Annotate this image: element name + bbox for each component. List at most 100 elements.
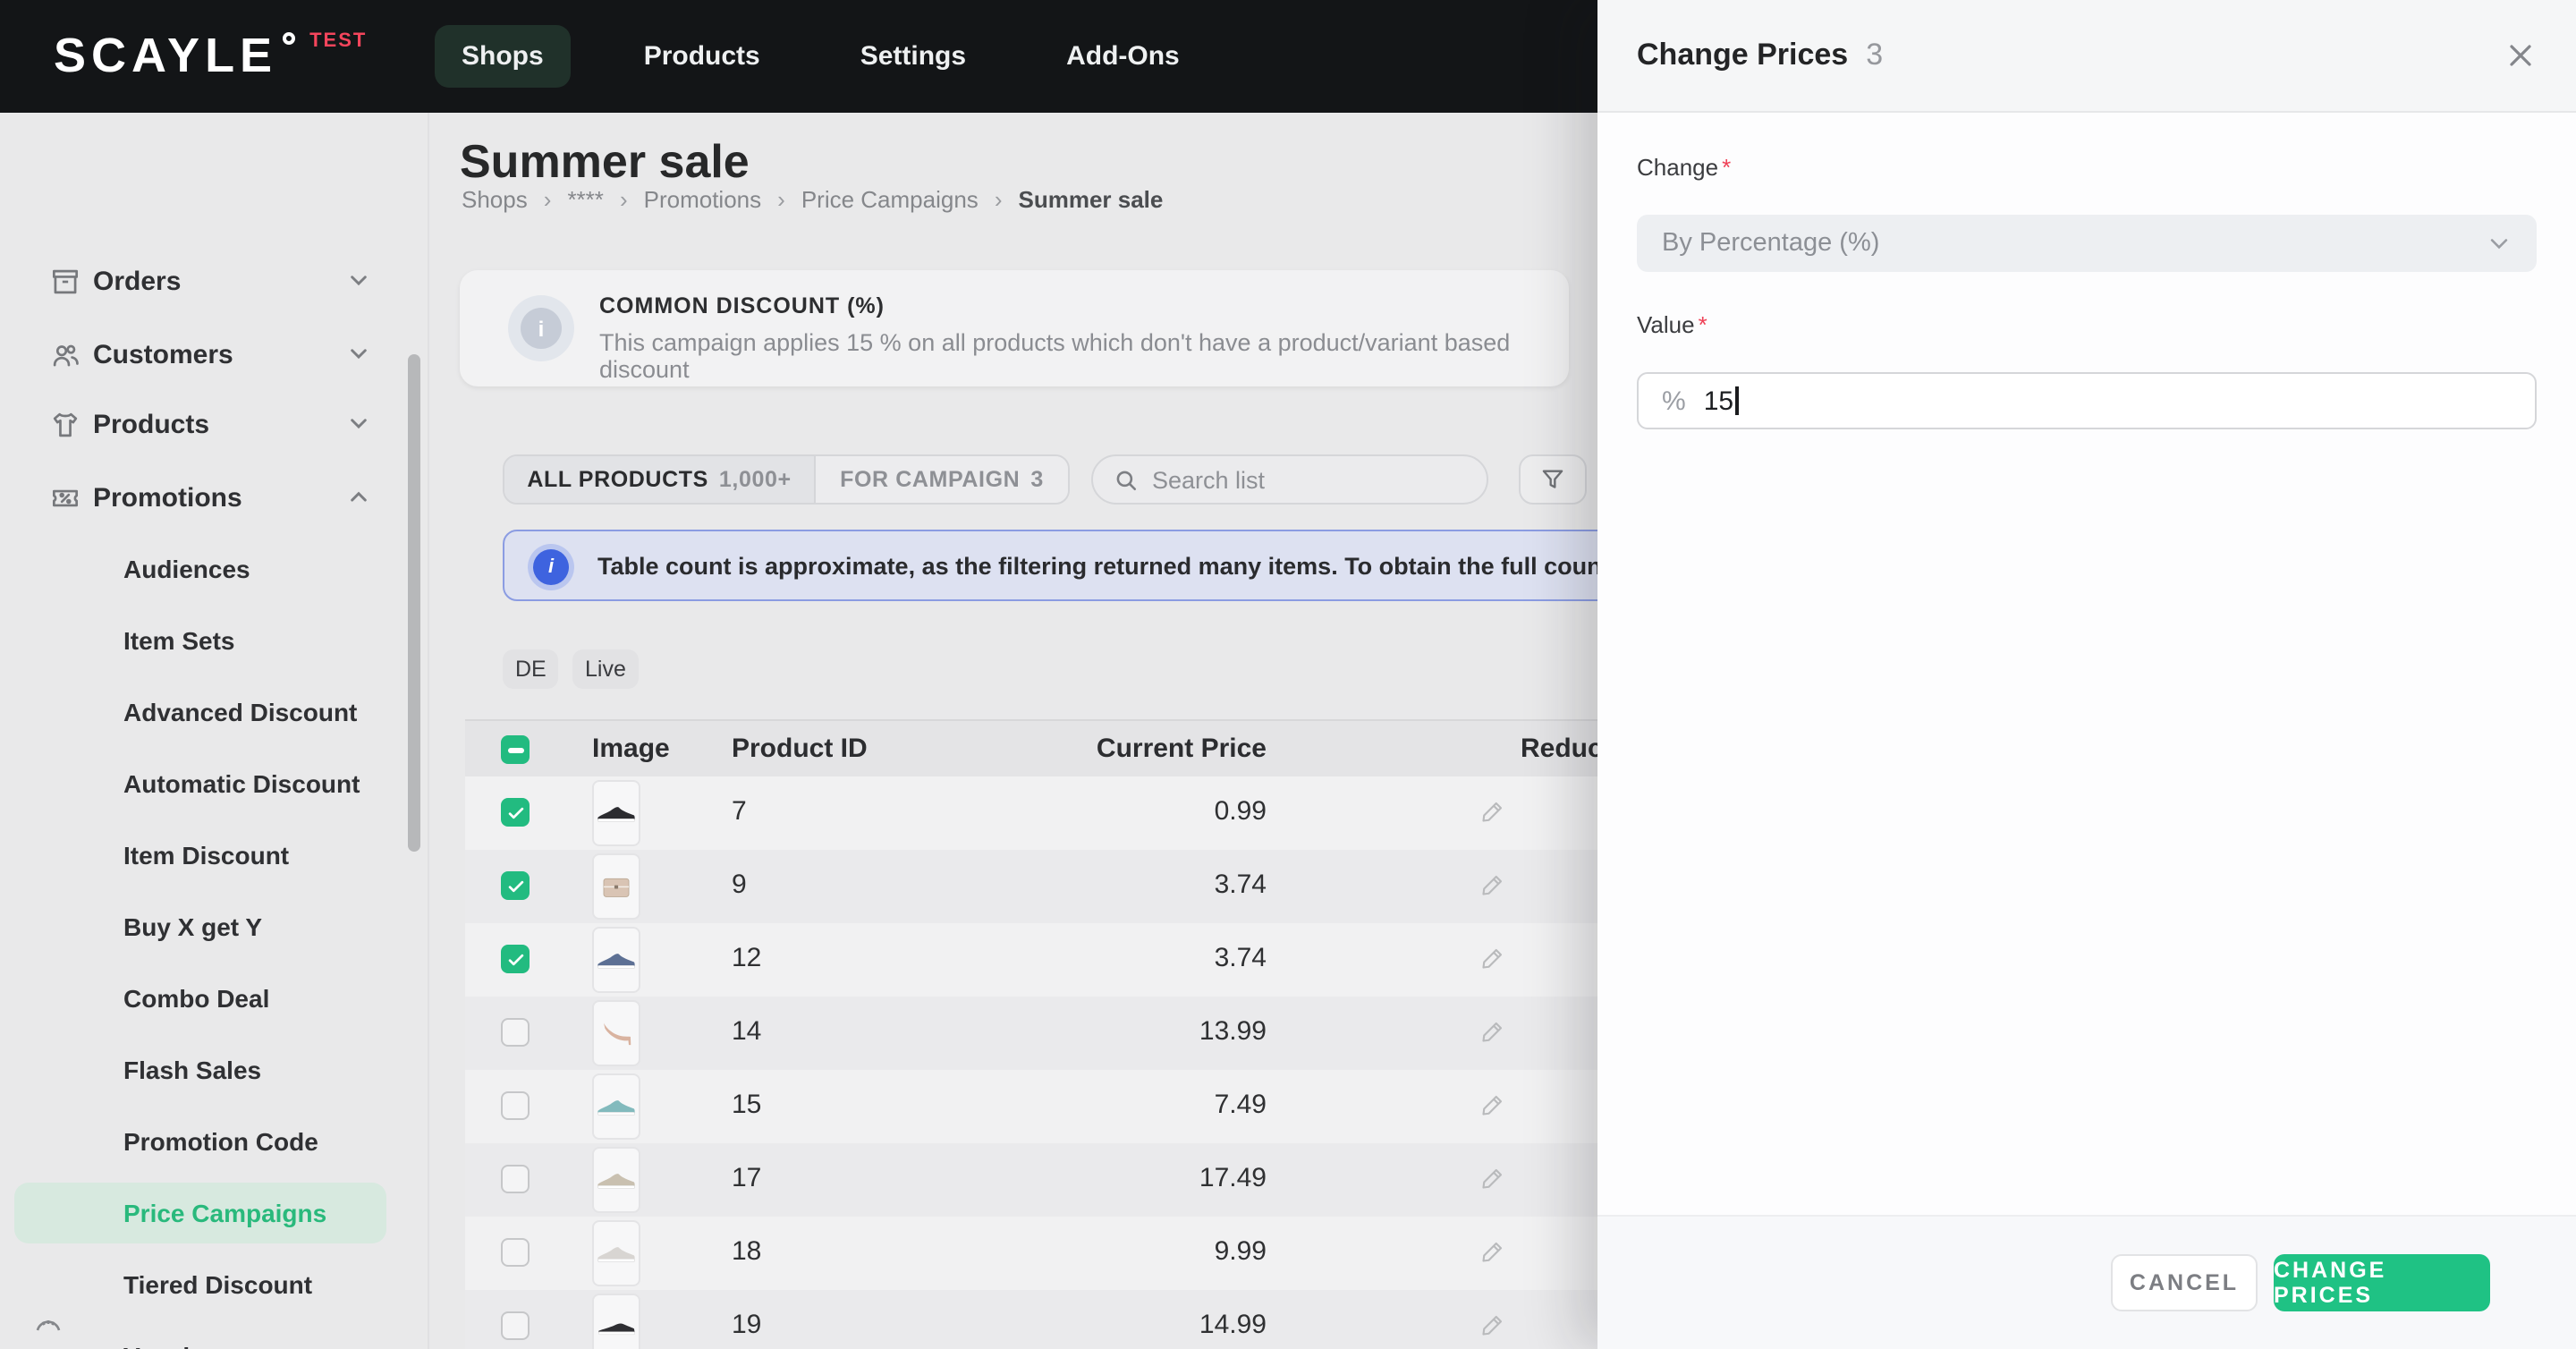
select-all-checkbox[interactable] (501, 735, 530, 764)
ticket-percent-icon (47, 479, 82, 515)
sidebar-item-promotions[interactable]: Promotions (0, 469, 429, 526)
product-id-cell: 17 (732, 1163, 762, 1193)
edit-price-icon[interactable] (1479, 945, 1506, 980)
product-id-cell: 7 (732, 796, 747, 827)
sidebar-item-audiences[interactable]: Audiences (14, 539, 386, 599)
sidebar-item-advanced-discount[interactable]: Advanced Discount (14, 682, 386, 742)
tab-label: FOR CAMPAIGN (840, 467, 1021, 492)
row-checkbox[interactable] (501, 1091, 530, 1120)
breadcrumb-current: Summer sale (1018, 186, 1164, 213)
edit-price-icon[interactable] (1479, 1311, 1506, 1347)
edit-price-icon[interactable] (1479, 1018, 1506, 1054)
close-icon[interactable] (2508, 43, 2533, 77)
percent-icon: % (1662, 386, 1686, 416)
tab-for-campaign[interactable]: FOR CAMPAIGN 3 (814, 456, 1068, 503)
current-price-cell: 14.99 (1199, 1310, 1267, 1340)
product-id-cell: 19 (732, 1310, 762, 1340)
chevron-down-icon (2490, 239, 2508, 250)
chevron-up-icon (347, 485, 372, 510)
row-checkbox[interactable] (501, 945, 530, 973)
sidebar-item-buy-x-get-y[interactable]: Buy X get Y (14, 896, 386, 957)
logo-wordmark: SCAYLE (54, 29, 278, 82)
current-price-cell: 7.49 (1214, 1090, 1267, 1120)
topnav-settings[interactable]: Settings (834, 25, 993, 88)
edit-price-icon[interactable] (1479, 1165, 1506, 1201)
info-icon: i (528, 544, 574, 590)
breadcrumb-promotions[interactable]: Promotions (644, 186, 762, 213)
common-discount-card: i COMMON DISCOUNT (%) This campaign appl… (460, 270, 1569, 386)
filter-button[interactable] (1519, 454, 1587, 505)
env-badge: TEST (309, 30, 368, 52)
topnav-products[interactable]: Products (617, 25, 787, 88)
breadcrumb-separator: › (619, 186, 628, 213)
sidebar-item-flash-sales[interactable]: Flash Sales (14, 1039, 386, 1100)
product-image (592, 853, 640, 920)
topnav-add-ons[interactable]: Add-Ons (1039, 25, 1207, 88)
chip-live: Live (572, 649, 639, 689)
sidebar-item-combo-deal[interactable]: Combo Deal (14, 968, 386, 1029)
row-checkbox[interactable] (501, 1018, 530, 1047)
row-checkbox[interactable] (501, 1165, 530, 1193)
cancel-button[interactable]: CANCEL (2111, 1254, 2258, 1311)
column-current-price: Current Price (1096, 734, 1267, 764)
breadcrumb-shops[interactable]: Shops (462, 186, 528, 213)
scayle-logo[interactable]: SCAYLE TEST (54, 29, 367, 82)
search-input[interactable]: Search list (1091, 454, 1488, 505)
filter-funnel-icon (1542, 470, 1563, 488)
product-image (592, 1147, 640, 1213)
change-type-select[interactable]: By Percentage (%) (1637, 215, 2537, 272)
breadcrumb-shop-masked[interactable]: **** (567, 186, 604, 213)
chevron-down-icon (347, 342, 372, 367)
drawer-title: Change Prices (1637, 38, 1849, 72)
change-prices-button[interactable]: CHANGE PRICES (2274, 1254, 2490, 1311)
product-image (592, 1294, 640, 1349)
tab-all-products[interactable]: ALL PRODUCTS 1,000+ (504, 456, 814, 503)
banner-text: Table count is approximate, as the filte… (597, 552, 1736, 579)
sidebar-item-price-campaigns[interactable]: Price Campaigns (14, 1183, 386, 1243)
sidebar-scrollbar[interactable] (408, 354, 420, 852)
current-price-cell: 0.99 (1214, 796, 1267, 827)
edit-price-icon[interactable] (1479, 871, 1506, 907)
card-title: COMMON DISCOUNT (%) (599, 293, 885, 318)
value-field-label: Value * (1637, 311, 1707, 338)
drawer-footer: CANCEL CHANGE PRICES (1597, 1215, 2576, 1349)
sidebar-item-label: Orders (93, 266, 182, 296)
breadcrumb-separator: › (543, 186, 552, 213)
tab-count: 3 (1030, 467, 1044, 492)
row-checkbox[interactable] (501, 1238, 530, 1267)
sidebar: Orders Customers Products Promotions Aud… (0, 113, 429, 1349)
breadcrumb: Shops › **** › Promotions › Price Campai… (462, 186, 1163, 213)
value-input-text: 15 (1703, 386, 1734, 416)
sidebar-item-vouchers[interactable]: Vouchers (14, 1326, 386, 1349)
row-checkbox[interactable] (501, 798, 530, 827)
row-checkbox[interactable] (501, 871, 530, 900)
value-input[interactable]: % 15 (1637, 372, 2537, 429)
sidebar-item-promotion-code[interactable]: Promotion Code (14, 1111, 386, 1172)
change-prices-drawer: Change Prices 3 Change * By Percentage (%… (1597, 0, 2576, 1349)
top-navigation: Shops Products Settings Add-Ons (435, 0, 1207, 113)
edit-price-icon[interactable] (1479, 798, 1506, 834)
current-price-cell: 3.74 (1214, 870, 1267, 900)
product-image (592, 780, 640, 846)
row-checkbox[interactable] (501, 1311, 530, 1340)
product-id-cell: 14 (732, 1016, 762, 1047)
sidebar-item-label: Customers (93, 339, 233, 369)
package-icon (47, 263, 82, 299)
sidebar-item-item-sets[interactable]: Item Sets (14, 610, 386, 671)
column-image: Image (592, 734, 670, 764)
sidebar-item-orders[interactable]: Orders (0, 252, 429, 310)
edit-price-icon[interactable] (1479, 1238, 1506, 1274)
chevron-down-icon (347, 411, 372, 437)
sidebar-item-products[interactable]: Products (0, 395, 429, 453)
sidebar-item-customers[interactable]: Customers (0, 326, 429, 383)
sidebar-item-tiered-discount[interactable]: Tiered Discount (14, 1254, 386, 1315)
sidebar-item-automatic-discount[interactable]: Automatic Discount (14, 753, 386, 814)
breadcrumb-price-campaigns[interactable]: Price Campaigns (801, 186, 979, 213)
sidebar-item-item-discount[interactable]: Item Discount (14, 825, 386, 886)
sidebar-item-label: Products (93, 409, 210, 439)
edit-price-icon[interactable] (1479, 1091, 1506, 1127)
product-id-cell: 12 (732, 943, 762, 973)
tshirt-icon (47, 406, 82, 442)
topnav-shops[interactable]: Shops (435, 25, 571, 88)
change-type-value: By Percentage (%) (1662, 229, 1880, 258)
